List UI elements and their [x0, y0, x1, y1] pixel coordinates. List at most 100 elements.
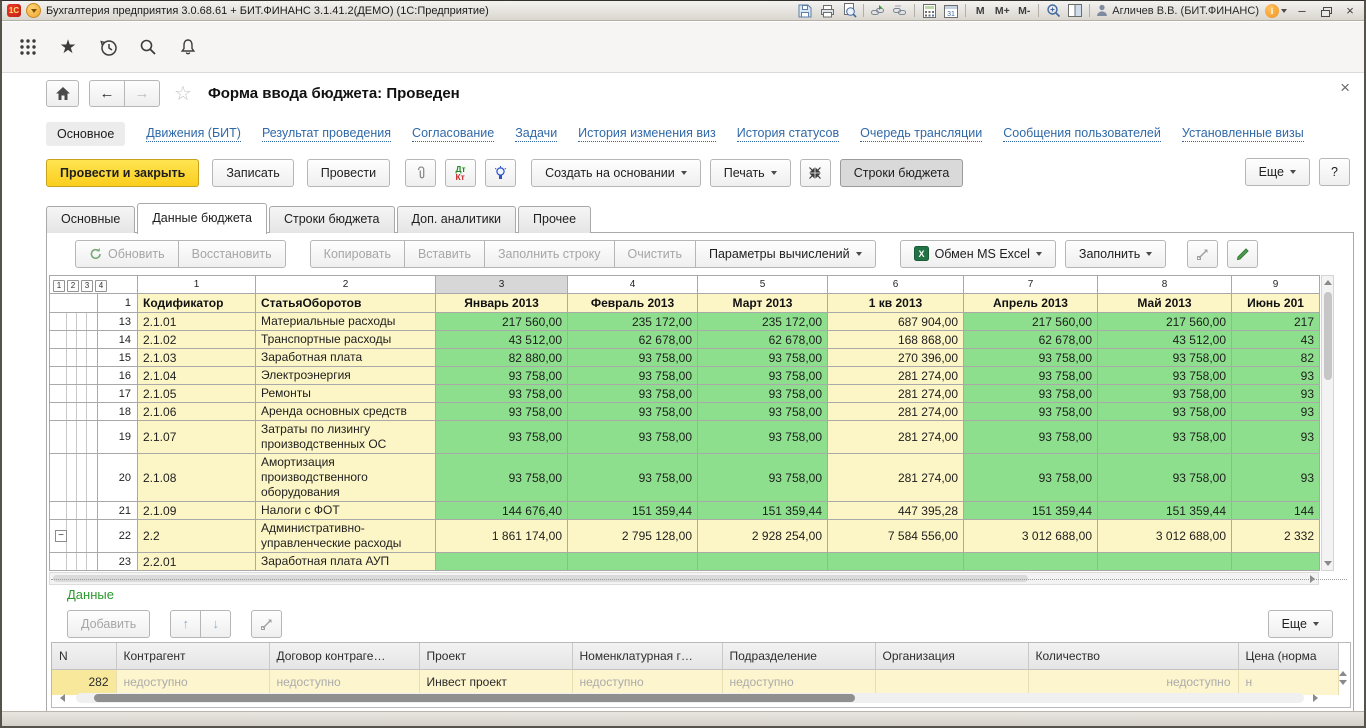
column-number-header[interactable]: 7: [964, 276, 1098, 294]
data-cell[interactable]: недоступно: [572, 669, 722, 695]
grid-cell-value[interactable]: 93 758,00: [1098, 454, 1232, 502]
copy-button[interactable]: Копировать: [310, 240, 405, 268]
grid-cell-item[interactable]: Транспортные расходы: [256, 331, 436, 349]
grid-cell-value[interactable]: 82 880,00: [436, 349, 568, 367]
grid-cell-value[interactable]: 93 758,00: [1098, 367, 1232, 385]
grid-cell-item[interactable]: Ремонты: [256, 385, 436, 403]
grid-cell-value[interactable]: [436, 553, 568, 571]
grid-column-header[interactable]: Июнь 201: [1232, 294, 1320, 313]
grid-cell-item[interactable]: Аренда основных средств: [256, 403, 436, 421]
grid-cell-value[interactable]: 43 512,00: [1098, 331, 1232, 349]
grid-cell-value[interactable]: 62 678,00: [964, 331, 1098, 349]
grid-cell-value[interactable]: [964, 553, 1098, 571]
grid-cell-code[interactable]: 2.1.08: [138, 454, 256, 502]
grid-cell-value[interactable]: 1 861 174,00: [436, 520, 568, 553]
grid-cell-value[interactable]: 151 359,44: [698, 502, 828, 520]
print-preview-icon[interactable]: [841, 3, 857, 19]
grid-cell-value[interactable]: 43 512,00: [436, 331, 568, 349]
grid-cell-value[interactable]: 93: [1232, 454, 1320, 502]
grid-cell-item[interactable]: Административно-управленческие расходы: [256, 520, 436, 553]
row-number[interactable]: 14: [98, 331, 138, 349]
grid-cell-value[interactable]: 270 396,00: [828, 349, 964, 367]
grid-cell-value[interactable]: 93 758,00: [964, 385, 1098, 403]
data-horizontal-scrollbar[interactable]: [76, 693, 1304, 703]
grid-cell-value[interactable]: 93: [1232, 367, 1320, 385]
calc-params-button[interactable]: Параметры вычислений: [695, 240, 876, 268]
hint-button[interactable]: [485, 159, 516, 187]
info-button[interactable]: i: [1265, 3, 1287, 19]
tab-item[interactable]: Прочее: [518, 206, 591, 233]
grid-column-header[interactable]: Январь 2013: [436, 294, 568, 313]
data-column-header[interactable]: Подразделение: [722, 643, 875, 669]
restore-button[interactable]: [1317, 4, 1335, 17]
grid-cell-value[interactable]: 93 758,00: [568, 385, 698, 403]
grid-column-header[interactable]: СтатьяОборотов: [256, 294, 436, 313]
memory-m-button[interactable]: M: [972, 3, 988, 19]
add-button[interactable]: Добавить: [67, 610, 150, 638]
grid-cell-value[interactable]: 93 758,00: [698, 367, 828, 385]
nav-link[interactable]: Движения (БИТ): [146, 126, 241, 142]
resize-grid-button[interactable]: [1187, 240, 1218, 268]
grid-cell-value[interactable]: [1098, 553, 1232, 571]
notifications-icon[interactable]: [175, 34, 201, 60]
grid-cell-value[interactable]: [1232, 553, 1320, 571]
grid-cell-value[interactable]: 93 758,00: [436, 403, 568, 421]
grid-cell-value[interactable]: [698, 553, 828, 571]
grid-cell-value[interactable]: 93: [1232, 385, 1320, 403]
grid-cell-value[interactable]: 235 172,00: [568, 313, 698, 331]
scroll-right-icon[interactable]: [1313, 694, 1318, 702]
data-column-header[interactable]: Договор контраге…: [269, 643, 419, 669]
data-column-header[interactable]: Проект: [419, 643, 572, 669]
group-level-button[interactable]: 2: [67, 280, 79, 292]
group-level-button[interactable]: 3: [81, 280, 93, 292]
column-number-header[interactable]: 2: [256, 276, 436, 294]
grid-cell-code[interactable]: 2.1.03: [138, 349, 256, 367]
edit-button[interactable]: [1227, 240, 1258, 268]
grid-cell-value[interactable]: 687 904,00: [828, 313, 964, 331]
nav-link[interactable]: Результат проведения: [262, 126, 391, 142]
resize-data-button[interactable]: [251, 610, 282, 638]
grid-cell-code[interactable]: 2.2.01: [138, 553, 256, 571]
grid-cell-code[interactable]: 2.1.06: [138, 403, 256, 421]
row-number[interactable]: 16: [98, 367, 138, 385]
grid-cell-value[interactable]: 93 758,00: [436, 367, 568, 385]
main-menu-icon[interactable]: [15, 34, 41, 60]
tab-item[interactable]: Строки бюджета: [269, 206, 395, 233]
row-number[interactable]: 13: [98, 313, 138, 331]
grid-cell-value[interactable]: 62 678,00: [568, 331, 698, 349]
close-form-button[interactable]: ×: [1340, 79, 1350, 96]
move-up-button[interactable]: ↑: [170, 610, 201, 638]
grid-cell-code[interactable]: 2.1.07: [138, 421, 256, 454]
data-column-header[interactable]: Контрагент: [116, 643, 269, 669]
grid-cell-value[interactable]: 2 795 128,00: [568, 520, 698, 553]
collapse-row-icon[interactable]: −: [55, 530, 67, 542]
grid-cell-value[interactable]: 93 758,00: [698, 349, 828, 367]
calendar-icon[interactable]: 31: [943, 3, 959, 19]
column-number-header[interactable]: 3: [436, 276, 568, 294]
favorites-icon[interactable]: ★: [55, 34, 81, 60]
data-column-header[interactable]: N: [52, 643, 116, 669]
data-cell[interactable]: н: [1238, 669, 1338, 695]
grid-cell-item[interactable]: Заработная плата: [256, 349, 436, 367]
grid-cell-value[interactable]: 281 274,00: [828, 403, 964, 421]
scroll-thumb[interactable]: [1324, 292, 1332, 380]
restore-button[interactable]: Восстановить: [178, 240, 286, 268]
clear-button[interactable]: Очистить: [614, 240, 696, 268]
excel-exchange-button[interactable]: XОбмен MS Excel: [900, 240, 1056, 268]
collapse-panels-button[interactable]: [800, 159, 831, 187]
grid-cell-code[interactable]: 2.1.09: [138, 502, 256, 520]
scroll-thumb[interactable]: [94, 694, 855, 702]
back-button[interactable]: ←: [89, 80, 125, 107]
grid-cell-item[interactable]: Амортизация производственного оборудован…: [256, 454, 436, 502]
grid-cell-code[interactable]: 2.1.02: [138, 331, 256, 349]
column-number-header[interactable]: 6: [828, 276, 964, 294]
column-number-header[interactable]: 4: [568, 276, 698, 294]
grid-cell-value[interactable]: 93 758,00: [964, 367, 1098, 385]
grid-cell-value[interactable]: 144: [1232, 502, 1320, 520]
get-link-icon[interactable]: [870, 3, 886, 19]
nav-link[interactable]: Согласование: [412, 126, 494, 142]
grid-cell-value[interactable]: 2 928 254,00: [698, 520, 828, 553]
data-cell-n[interactable]: 282: [52, 669, 116, 695]
nav-link[interactable]: Установленные визы: [1182, 126, 1304, 142]
close-window-button[interactable]: ×: [1341, 3, 1359, 19]
